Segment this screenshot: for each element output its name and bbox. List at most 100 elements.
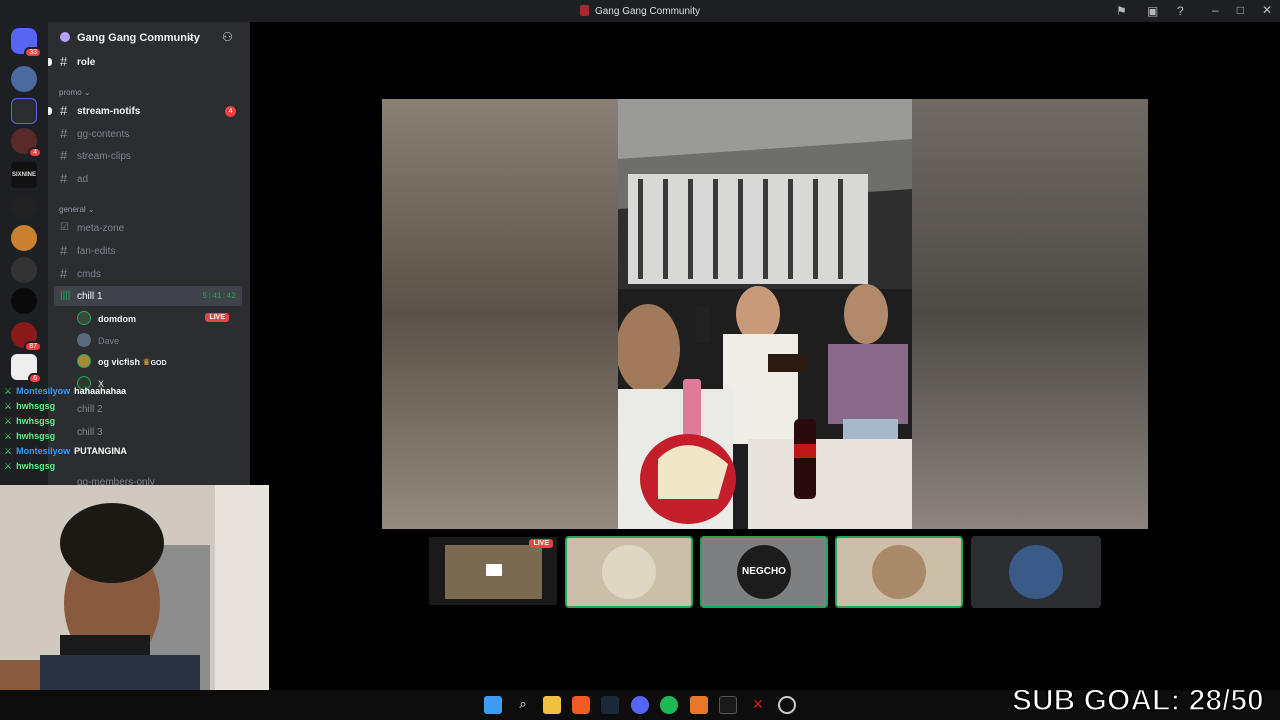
- server-icon[interactable]: 4: [11, 128, 42, 158]
- server-icon[interactable]: 87: [11, 322, 42, 352]
- window-title-bar: Gang Gang Community ⚑ ▣ ? – □ ✕: [0, 0, 1280, 22]
- app-icon[interactable]: [690, 696, 708, 714]
- voice-activity-icon: ||||: [60, 290, 71, 301]
- category-general[interactable]: general ⌄: [59, 205, 95, 214]
- hash-icon: #: [60, 243, 68, 258]
- webcam-image: [0, 485, 269, 720]
- mention-badge: 87: [24, 341, 42, 352]
- chat-message: ⚔ hwhsgsg: [4, 416, 56, 426]
- video-blur-right: [912, 99, 1148, 529]
- stream-chat-overlay: ⚔ Montesilyow hahaahahaa ⚔ hwhsgsg ⚔ hwhsgsg…: [4, 386, 244, 476]
- server-icon[interactable]: 6: [11, 354, 42, 384]
- chat-message: ⚔ Montesilyow PUTANGINA: [4, 446, 127, 456]
- participant-tile[interactable]: NEGCHO: [700, 536, 828, 608]
- mention-badge: 6: [28, 373, 42, 384]
- server-icon[interactable]: [11, 66, 37, 92]
- hash-icon: #: [60, 266, 68, 281]
- avatar: [872, 545, 926, 599]
- channel-cmds[interactable]: # cmds: [54, 264, 242, 284]
- server-icon[interactable]: SIXNINE: [11, 162, 37, 188]
- sword-icon: ⚔: [4, 446, 13, 456]
- server-header[interactable]: Gang Gang Community ⌄ ⚇: [48, 22, 250, 54]
- obs-icon[interactable]: [778, 696, 796, 714]
- chat-message: ⚔ Montesilyow hahaahahaa: [4, 386, 127, 396]
- chat-message: ⚔ hwhsgsg: [4, 431, 56, 441]
- channel-fan-edits[interactable]: # fan-edits: [54, 241, 242, 261]
- participant-tile[interactable]: [565, 536, 693, 608]
- avatar: [77, 311, 91, 325]
- voice-channel-chill-1[interactable]: |||| chill 1 5:41:42: [54, 286, 242, 306]
- avatar: NEGCHO: [737, 545, 791, 599]
- sword-icon: ⚔: [4, 431, 13, 441]
- hash-icon: #: [60, 54, 68, 69]
- hash-icon: #: [60, 103, 68, 118]
- stream-video[interactable]: [382, 99, 1148, 529]
- hash-icon: #: [60, 148, 68, 163]
- category-promo[interactable]: promo ⌄: [59, 88, 91, 97]
- voice-timer: 5:41:42: [202, 292, 236, 301]
- home-button[interactable]: 33: [11, 28, 42, 58]
- video-image: [618, 99, 912, 529]
- channel-meta-zone[interactable]: ☑ meta-zone: [54, 218, 242, 238]
- steam-icon[interactable]: [601, 696, 619, 714]
- screen-share-icon: [486, 564, 502, 576]
- voice-user[interactable]: og vicfish ♛GOD: [77, 351, 237, 371]
- sub-goal-overlay: SUB GOAL: 28/50: [1011, 683, 1264, 718]
- file-explorer-icon[interactable]: [543, 696, 561, 714]
- channel-gg-contents[interactable]: # gg-contents: [54, 124, 242, 144]
- search-icon[interactable]: ⌕: [514, 696, 532, 714]
- sword-icon: ⚔: [4, 386, 13, 396]
- webcam-feed: [0, 485, 269, 720]
- server-icon[interactable]: [11, 194, 37, 220]
- terminal-icon[interactable]: [719, 696, 737, 714]
- minimize-icon[interactable]: –: [1212, 3, 1219, 17]
- server-icon[interactable]: [11, 257, 37, 283]
- channel-ad[interactable]: # ad: [54, 169, 242, 189]
- brave-browser-icon[interactable]: [572, 696, 590, 714]
- sword-icon: ⚔: [4, 416, 13, 426]
- inbox-icon[interactable]: ⚑: [1116, 4, 1127, 18]
- help-icon[interactable]: ?: [1177, 4, 1184, 18]
- discord-icon[interactable]: [631, 696, 649, 714]
- avatar: [77, 333, 91, 347]
- mention-badge: 4: [225, 106, 236, 117]
- app-icon[interactable]: ✕: [749, 696, 767, 714]
- chevron-down-icon[interactable]: ⌄: [186, 30, 195, 43]
- unread-indicator: [48, 58, 52, 66]
- server-boost-icon: [60, 32, 70, 42]
- server-icon[interactable]: [11, 225, 37, 251]
- role-tag: GOD: [150, 360, 167, 367]
- server-icon[interactable]: [11, 288, 37, 314]
- avatar: [602, 545, 656, 599]
- participant-tile[interactable]: [971, 536, 1101, 608]
- voice-user[interactable]: Dave: [77, 330, 237, 350]
- checkbox-icon: ☑: [60, 222, 69, 233]
- voice-user[interactable]: domdom LIVE: [77, 308, 237, 328]
- avatar: [77, 354, 91, 368]
- channel-stream-clips[interactable]: # stream-clips: [54, 146, 242, 166]
- crown-icon: ♛: [142, 357, 151, 367]
- chat-message: ⚔ hwhsgsg: [4, 461, 56, 471]
- close-icon[interactable]: ✕: [1262, 3, 1272, 17]
- video-frame: [618, 99, 912, 529]
- maximize-icon[interactable]: □: [1237, 3, 1244, 17]
- window-title: Gang Gang Community: [0, 5, 1280, 17]
- channel-role[interactable]: # role: [48, 52, 242, 72]
- spotify-icon[interactable]: [660, 696, 678, 714]
- app-icon: [579, 5, 589, 16]
- channel-stream-notifs[interactable]: # stream-notifs 4: [48, 101, 242, 121]
- sword-icon: ⚔: [4, 461, 13, 471]
- participant-tile-live[interactable]: LIVE: [429, 537, 557, 605]
- folder-icon[interactable]: [11, 98, 37, 124]
- screen-icon[interactable]: ▣: [1147, 4, 1158, 18]
- hash-icon: #: [60, 126, 68, 141]
- sword-icon: ⚔: [4, 401, 13, 411]
- mention-badge: 4: [28, 147, 42, 158]
- unread-indicator: [48, 107, 52, 115]
- live-badge: LIVE: [205, 313, 229, 322]
- invite-icon[interactable]: ⚇: [222, 30, 233, 44]
- participant-tile[interactable]: [835, 536, 963, 608]
- live-badge: LIVE: [529, 539, 553, 548]
- windows-start-icon[interactable]: [484, 696, 502, 714]
- hash-icon: #: [60, 171, 68, 186]
